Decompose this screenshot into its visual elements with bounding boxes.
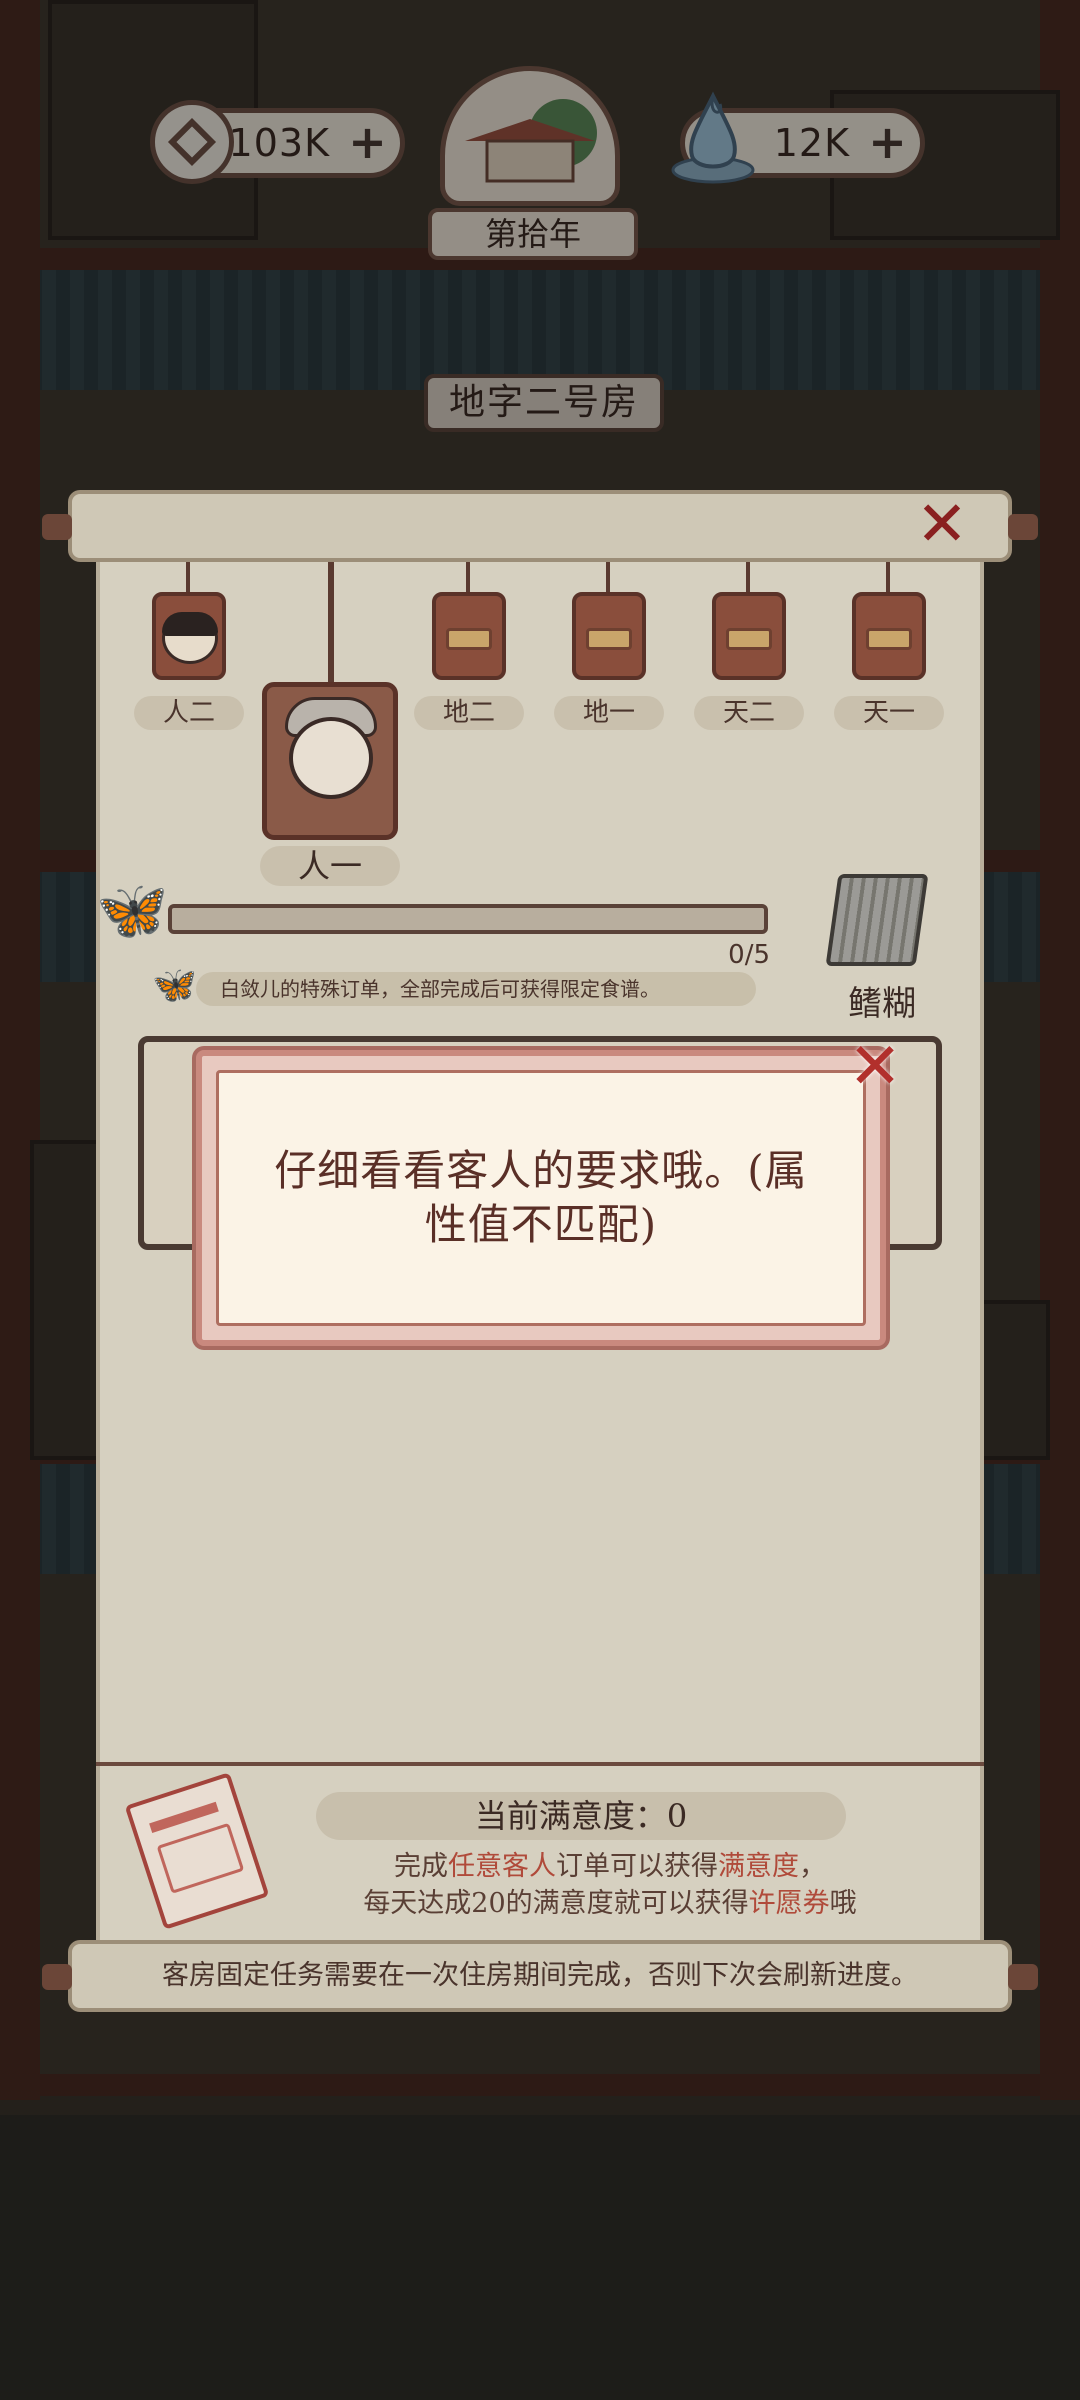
- room-task-footer-note: 客房固定任务需要在一次住房期间完成，否则下次会刷新进度。: [42, 1940, 1038, 2012]
- sat-highlight: 许愿券: [748, 1888, 830, 1919]
- lock-slot-icon: [866, 628, 912, 650]
- sat-text: 每天达成20的满意度就可以获得: [363, 1888, 749, 1919]
- guest-tag-label: 人二: [134, 696, 244, 730]
- guest-tag-ren-yi-selected[interactable]: 人一: [260, 562, 400, 886]
- guest-tag-label: 天一: [834, 696, 944, 730]
- sat-text: 订单可以获得: [556, 1851, 718, 1882]
- scroll-top-rod: [42, 490, 1038, 562]
- sat-highlight: 任意客人: [448, 1851, 556, 1882]
- guest-tag-label: 地二: [414, 696, 524, 730]
- guest-tag-di-er[interactable]: 地二: [414, 562, 524, 732]
- sat-text: 哦: [829, 1888, 857, 1919]
- popup-message: 仔细看看客人的要求哦。(属性值不匹配): [274, 1146, 808, 1249]
- section-divider: [96, 1762, 984, 1766]
- guest-tag-di-yi[interactable]: 地一: [554, 562, 664, 732]
- sat-text: 完成: [394, 1851, 448, 1882]
- sat-highlight: 满意度: [718, 1851, 799, 1882]
- guest-tag-tian-yi[interactable]: 天一: [834, 562, 944, 732]
- order-progress-bar: [168, 904, 768, 934]
- attribute-mismatch-popup: 仔细看看客人的要求哦。(属性值不匹配): [196, 1050, 886, 1346]
- guest-tag-ren-er[interactable]: 人二: [134, 562, 244, 732]
- order-progress-text: 0/5: [728, 940, 770, 970]
- lock-slot-icon: [586, 628, 632, 650]
- guest-tag-label: 地一: [554, 696, 664, 730]
- sat-text: ，: [799, 1851, 826, 1882]
- butterfly-small-icon: 🦋: [152, 965, 197, 1006]
- butterfly-icon: 🦋: [96, 876, 169, 944]
- guest-tag-label: 天二: [694, 696, 804, 730]
- special-order-hint: 白敛儿的特殊订单，全部完成后可获得限定食谱。: [196, 972, 756, 1006]
- lock-slot-icon: [446, 628, 492, 650]
- panel-close-icon[interactable]: ✕: [912, 493, 972, 556]
- satisfaction-value: 当前满意度：0: [316, 1792, 846, 1840]
- reward-recipe-label: 鳍糊: [848, 984, 916, 1024]
- recipe-scroll-icon[interactable]: [825, 874, 929, 966]
- popup-close-icon[interactable]: ✕: [846, 1035, 904, 1099]
- selected-guest-label: 人一: [260, 846, 400, 886]
- satisfaction-description: 完成任意客人订单可以获得满意度， 每天达成20的满意度就可以获得许愿券哦: [260, 1848, 960, 1922]
- guest-tag-tian-er[interactable]: 天二: [694, 562, 804, 732]
- lock-slot-icon: [726, 628, 772, 650]
